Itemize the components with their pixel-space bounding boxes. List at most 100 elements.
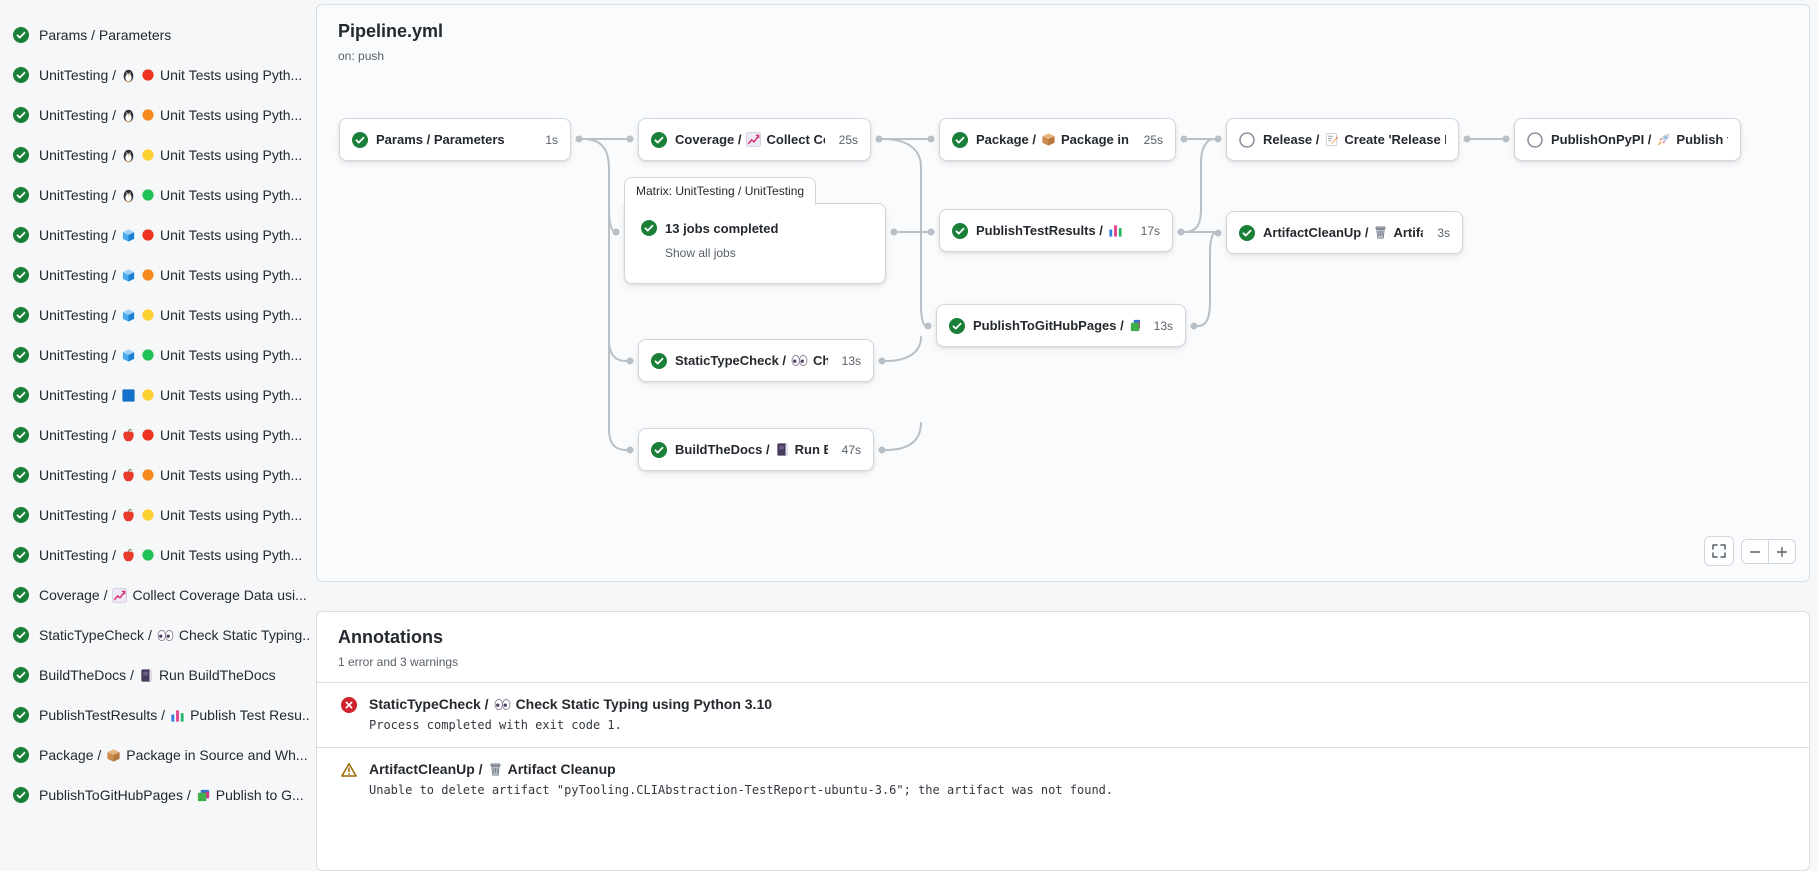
label-text: UnitTesting / [39,347,116,363]
check-circle-icon [13,267,29,283]
label-text: Unit Tests using Pyth... [160,427,302,443]
red-dot-icon [141,428,155,442]
graph-node-package[interactable]: Package /Package in So...25s [939,118,1176,161]
graph-node-release[interactable]: Release /Create 'Release P... [1226,118,1459,161]
label-text: Release / [1263,132,1319,147]
sidebar-job-item[interactable]: BuildTheDocs /Run BuildTheDocs [0,655,312,695]
node-duration: 17s [1135,224,1160,238]
yellow-dot-icon [141,508,155,522]
label-text: UnitTesting / [39,307,116,323]
rocket-icon [1656,132,1671,147]
label-text: PublishTestResults / [39,707,165,723]
orange-dot-icon [141,108,155,122]
sidebar-job-item[interactable]: UnitTesting /Unit Tests using Pyth... [0,95,312,135]
sidebar-job-item[interactable]: UnitTesting /Unit Tests using Pyth... [0,175,312,215]
sidebar-job-item[interactable]: UnitTesting /Unit Tests using Pyth... [0,55,312,95]
check-circle-icon [13,787,29,803]
check-circle-icon [13,67,29,83]
zoom-in-button[interactable] [1768,539,1796,564]
check-circle-icon [651,132,667,148]
zoom-out-button[interactable] [1741,539,1769,564]
wastebasket-icon [1373,225,1388,240]
sidebar-job-item[interactable]: UnitTesting /Unit Tests using Pyth... [0,495,312,535]
node-label: Release /Create 'Release P... [1263,132,1446,147]
green-dot-icon [141,188,155,202]
workflow-run-page: { "colors":{ "success_green":"#1a7f37", … [0,0,1818,815]
fullscreen-button[interactable] [1704,536,1734,566]
blue-cube-icon [121,348,136,363]
sidebar-job-item[interactable]: UnitTesting /Unit Tests using Pyth... [0,455,312,495]
sidebar-job-item[interactable]: UnitTesting /Unit Tests using Pyth... [0,295,312,335]
sidebar-job-item[interactable]: UnitTesting /Unit Tests using Pyth... [0,415,312,455]
check-circle-icon [13,387,29,403]
sidebar-job-item[interactable]: Params / Parameters [0,15,312,55]
sidebar-job-item[interactable]: PublishTestResults /Publish Test Resu... [0,695,312,735]
plus-icon [1775,545,1789,559]
graph-node-static-type-check[interactable]: StaticTypeCheck /Chec...13s [638,339,874,382]
matrix-group[interactable]: 13 jobs completed Show all jobs [624,203,886,284]
sidebar-job-item[interactable]: UnitTesting /Unit Tests using Pyth... [0,255,312,295]
annotation-job-link[interactable]: ArtifactCleanUp /Artifact Cleanup [369,761,1113,777]
graph-node-build-the-docs[interactable]: BuildTheDocs /Run Buil...47s [638,428,874,471]
annotations-title: Annotations [338,627,1788,648]
sidebar-job-item[interactable]: UnitTesting /Unit Tests using Pyth... [0,135,312,175]
sidebar-job-item[interactable]: StaticTypeCheck /Check Static Typing... [0,615,312,655]
sidebar-job-item[interactable]: UnitTesting /Unit Tests using Pyth... [0,215,312,255]
notebook-icon [139,668,154,683]
sidebar-job-label: Coverage /Collect Coverage Data usi... [39,587,307,603]
label-text: Unit Tests using Pyth... [160,267,302,283]
wastebasket-icon [488,762,503,777]
label-text: Params / Parameters [39,27,171,43]
label-text: UnitTesting / [39,547,116,563]
sidebar-job-label: Package /Package in Source and Wh... [39,747,308,763]
check-circle-icon [949,318,965,334]
annotation-job-link[interactable]: StaticTypeCheck /Check Static Typing usi… [369,696,772,712]
sidebar-job-item[interactable]: PublishToGitHubPages /Publish to G... [0,775,312,815]
graph-node-coverage[interactable]: Coverage /Collect Cove...25s [638,118,871,161]
graph-node-publish-test-results[interactable]: PublishTestResults /Pu... 17s [939,209,1173,252]
sidebar-job-label: UnitTesting /Unit Tests using Pyth... [39,67,302,83]
sidebar-job-item[interactable]: Package /Package in Source and Wh... [0,735,312,775]
sidebar-job-label: UnitTesting /Unit Tests using Pyth... [39,347,302,363]
label-text: UnitTesting / [39,467,116,483]
check-circle-icon [651,442,667,458]
apple-icon [121,508,136,523]
label-text: PublishTestResults / [976,223,1103,238]
node-duration: 25s [1138,133,1163,147]
annotation-row: StaticTypeCheck /Check Static Typing usi… [317,682,1809,747]
sidebar-job-item[interactable]: Coverage /Collect Coverage Data usi... [0,575,312,615]
show-all-jobs-link[interactable]: Show all jobs [665,246,736,260]
graph-node-publish-to-github-pages[interactable]: PublishToGitHubPages /...13s [936,304,1186,347]
label-text: Package in So... [1061,132,1130,147]
check-circle-icon [13,587,29,603]
graph-edges [317,5,1811,583]
sidebar-job-item[interactable]: UnitTesting /Unit Tests using Pyth... [0,375,312,415]
sidebar-job-label: PublishToGitHubPages /Publish to G... [39,787,304,803]
node-duration: 13s [836,354,861,368]
workflow-graph-card: Pipeline.yml on: push [316,4,1810,582]
check-circle-icon [641,220,657,236]
node-label: PublishTestResults /Pu... [976,223,1127,238]
sidebar-job-label: UnitTesting /Unit Tests using Pyth... [39,227,302,243]
check-circle-icon [13,627,29,643]
label-text: UnitTesting / [39,387,116,403]
sidebar-job-label: UnitTesting /Unit Tests using Pyth... [39,507,302,523]
fullscreen-icon [1711,543,1727,559]
graph-node-artifact-cleanup[interactable]: ArtifactCleanUp /Artifac...3s [1226,211,1463,254]
label-text: Collect Coverage Data usi... [132,587,306,603]
graph-node-publish-on-pypi[interactable]: PublishOnPyPI /Publish to ... [1514,118,1741,161]
label-text: Unit Tests using Pyth... [160,227,302,243]
label-text: Unit Tests using Pyth... [160,547,302,563]
label-text: Publish to ... [1676,132,1728,147]
label-text: PublishToGitHubPages / [973,318,1124,333]
graph-node-params[interactable]: Params / Parameters1s [339,118,571,161]
sidebar-job-item[interactable]: UnitTesting / Unit Tests using Pyth... [0,535,312,575]
sidebar-job-label: UnitTesting /Unit Tests using Pyth... [39,187,302,203]
check-circle-icon [13,27,29,43]
sidebar-job-label: BuildTheDocs /Run BuildTheDocs [39,667,276,683]
yellow-dot-icon [141,148,155,162]
sidebar-job-label: Params / Parameters [39,27,171,43]
sidebar-job-item[interactable]: UnitTesting /Unit Tests using Pyth... [0,335,312,375]
zoom-controls [1741,539,1796,564]
annotation-row: ArtifactCleanUp /Artifact CleanupUnable … [317,747,1809,812]
